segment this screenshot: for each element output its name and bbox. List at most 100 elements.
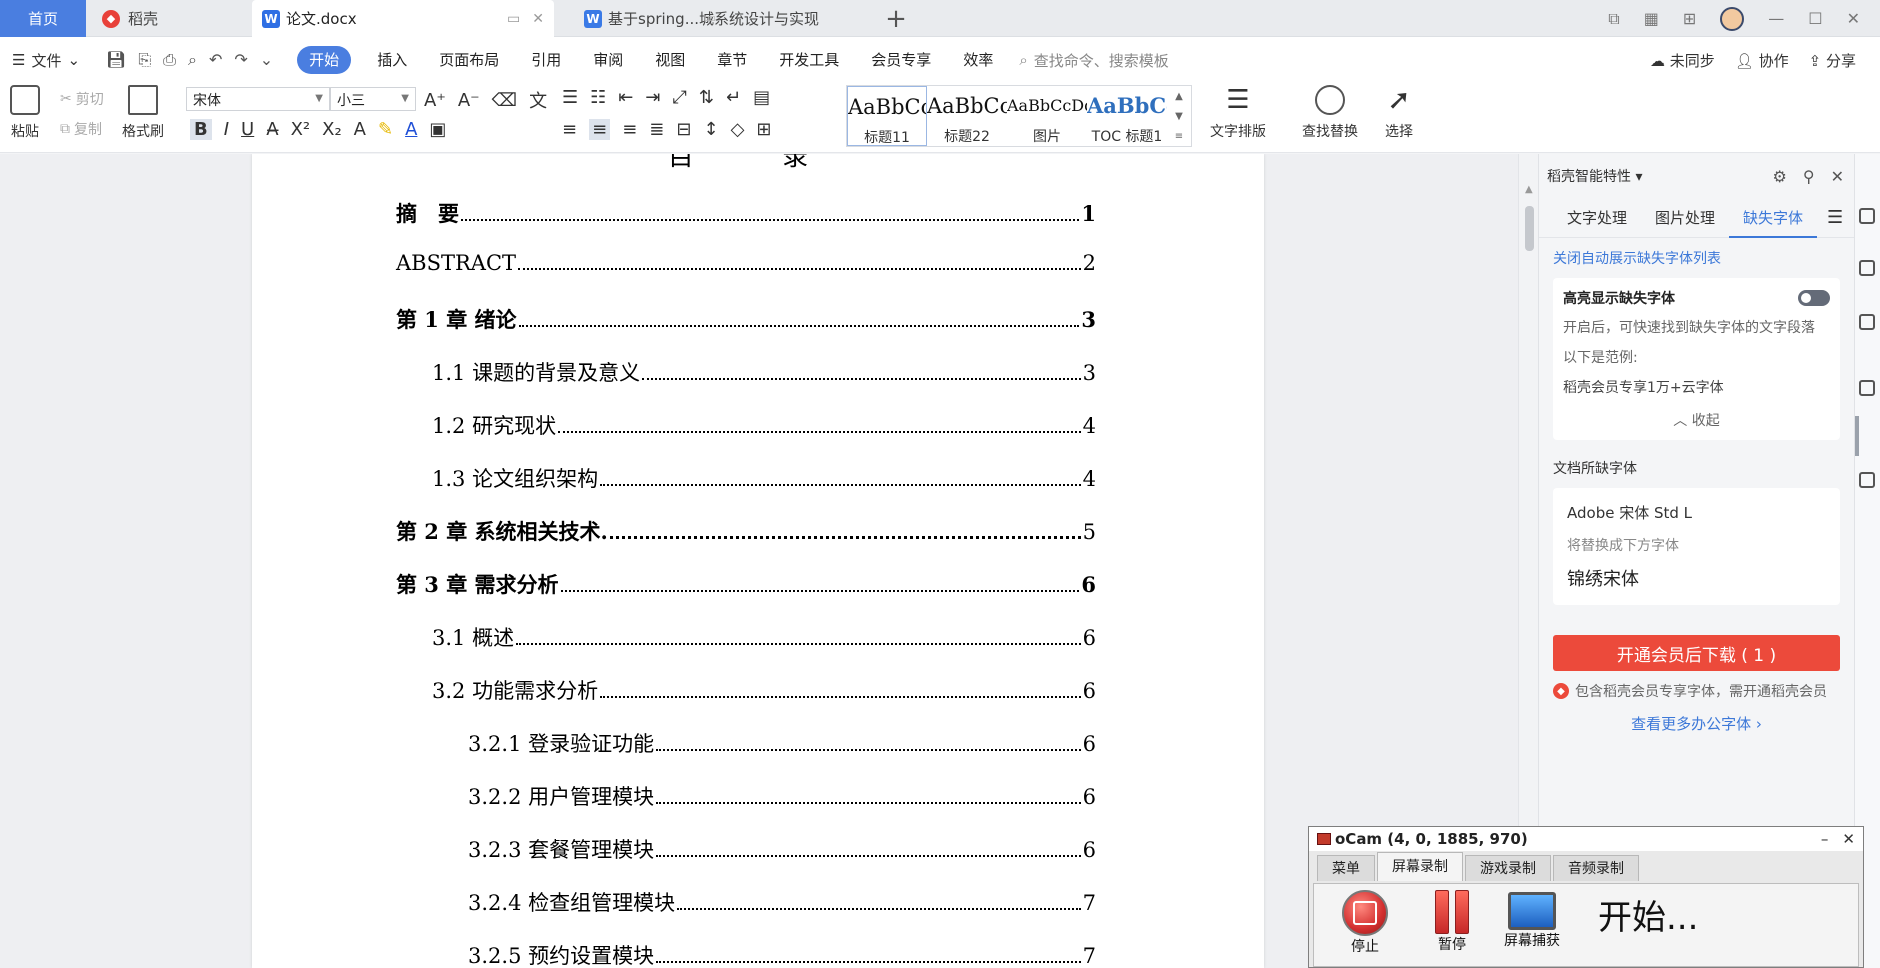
highlight-icon[interactable]: ✎ (378, 119, 393, 140)
toc-entry[interactable]: 1.1 课题的背景及意义 3 (432, 357, 1096, 387)
scroll-up-icon[interactable]: ▲ (1525, 184, 1533, 195)
table-icon[interactable]: ▤ (753, 87, 770, 108)
toc-entry[interactable]: 1.3 论文组织架构 4 (432, 463, 1096, 493)
superscript-icon[interactable]: X² (291, 119, 311, 140)
toc-entry[interactable]: 3.2.4 检查组管理模块 7 (468, 887, 1096, 917)
text-layout-button[interactable]: ☰ 文字排版 (1210, 85, 1266, 141)
style-gallery-scroll[interactable]: ▲ ▼ ≡ (1167, 86, 1191, 146)
minimize-icon[interactable]: – (1821, 830, 1829, 848)
save-icon[interactable]: 💾︎ (106, 50, 126, 70)
tab-close-icon[interactable]: ✕ (532, 11, 544, 27)
increase-indent-icon[interactable]: ⇥ (645, 87, 660, 108)
toc-entry[interactable]: 3.2.5 预约设置模块 7 (468, 940, 1096, 968)
command-search[interactable]: ⌕ 查找命令、搜索模板 (1019, 50, 1168, 71)
style-heading-2[interactable]: AaBbCcI 标题22 (927, 86, 1007, 146)
print-preview-icon[interactable]: ⌕ (188, 50, 197, 70)
share-button[interactable]: ⇪ 分享 (1809, 50, 1856, 71)
side-tool-icon[interactable] (1859, 260, 1875, 276)
style-toc-heading[interactable]: AaBbCc TOC 标题1 (1087, 86, 1167, 146)
text-direction-icon[interactable]: ⤢ (672, 87, 686, 108)
minimize-icon[interactable]: — (1768, 9, 1784, 28)
tab-other-document[interactable]: W 基于spring...城系统设计与实现 ▭ (566, 0, 866, 37)
sort-icon[interactable]: ⇅ (699, 87, 714, 108)
tab-member[interactable]: 会员专享 (855, 37, 947, 83)
justify-icon[interactable]: ≣ (649, 119, 664, 140)
tab-float-icon[interactable]: ▭ (507, 11, 520, 27)
char-border-icon[interactable]: ▣ (429, 119, 446, 140)
layout-icon[interactable]: ▦ (1644, 9, 1659, 28)
dual-screen-icon[interactable]: ⧉ (1608, 9, 1619, 29)
close-icon[interactable]: ✕ (1842, 830, 1855, 848)
document-page[interactable]: 目 录 摘 要 1 ABSTRACT 2 第 1 章 绪论 3 1.1 课题的背景及意… (252, 154, 1264, 968)
ocam-tab-audio-record[interactable]: 音频录制 (1553, 855, 1639, 881)
text-effect-icon[interactable]: A (354, 119, 366, 140)
line-spacing-icon[interactable]: ↕ (703, 119, 718, 140)
collapse-button[interactable]: ︿ 收起 (1563, 410, 1830, 430)
toc-entry[interactable]: 3.2.3 套餐管理模块 6 (468, 834, 1096, 864)
ocam-tab-game-record[interactable]: 游戏录制 (1465, 855, 1551, 881)
format-painter-button[interactable]: 格式刷 (122, 85, 164, 141)
collaborate-button[interactable]: 👤︎ 协作 (1735, 50, 1789, 71)
toc-entry[interactable]: 3.1 概述 6 (432, 622, 1096, 652)
italic-icon[interactable]: I (224, 119, 229, 140)
copy-button[interactable]: ⧉ 复制 (60, 119, 102, 139)
more-fonts-link[interactable]: 查看更多办公字体 › (1539, 713, 1854, 734)
sync-button[interactable]: ☁ 未同步 (1650, 50, 1715, 71)
screen-capture-button[interactable]: 屏幕捕获 (1504, 884, 1560, 950)
line-break-icon[interactable]: ↵ (726, 87, 741, 108)
tab-view[interactable]: 视图 (639, 37, 701, 83)
select-button[interactable]: ➚ 选择 (1384, 85, 1414, 141)
toc-entry[interactable]: 摘 要 1 (396, 198, 1096, 228)
ocam-titlebar[interactable]: oCam (4, 0, 1885, 970) – ✕ (1309, 827, 1863, 851)
close-icon[interactable]: ✕ (1831, 167, 1844, 186)
distributed-icon[interactable]: ⊟ (676, 119, 691, 140)
tab-missing-fonts[interactable]: 缺失字体 (1729, 198, 1818, 238)
toc-entry[interactable]: 3.2.1 登录验证功能 6 (468, 728, 1096, 758)
phonetic-icon[interactable]: 文 (529, 87, 547, 113)
customize-icon[interactable]: ⌄ (260, 50, 273, 70)
toc-entry[interactable]: 第 2 章 系统相关技术. 5 (396, 516, 1096, 546)
pause-button[interactable]: 暂停 (1432, 884, 1472, 954)
maximize-icon[interactable]: ☐ (1808, 9, 1822, 28)
apps-grid-icon[interactable]: ⊞ (1683, 9, 1696, 28)
disable-auto-show-link[interactable]: 关闭自动展示缺失字体列表 (1539, 238, 1854, 268)
tab-float-icon[interactable]: ▭ (704, 11, 716, 26)
decrease-indent-icon[interactable]: ⇤ (618, 87, 633, 108)
bullet-list-icon[interactable]: ☰ (562, 87, 578, 108)
tab-active-document[interactable]: W 论文.docx ▭ ✕ (252, 0, 554, 37)
toc-entry[interactable]: 1.2 研究现状 4 (432, 410, 1096, 440)
paste-button[interactable]: 粘贴 (10, 85, 40, 141)
tab-efficiency[interactable]: 效率 (947, 37, 1009, 83)
numbered-list-icon[interactable]: ☷ (590, 87, 606, 108)
tab-page-layout[interactable]: 页面布局 (423, 37, 515, 83)
toc-entry[interactable]: 3.2 功能需求分析 6 (432, 675, 1096, 705)
redo-icon[interactable]: ↷ (234, 50, 247, 70)
tab-home[interactable]: 首页 (0, 0, 86, 37)
find-replace-button[interactable]: 查找替换 (1302, 85, 1358, 141)
font-size-select[interactable]: 小三 ▼ (330, 87, 416, 111)
tab-home-ribbon[interactable]: 开始 (297, 46, 352, 74)
strikethrough-icon[interactable]: A̶ (266, 119, 278, 140)
clear-format-icon[interactable]: ⌫ (492, 90, 517, 111)
panel-title[interactable]: 稻壳智能特性 ▾ (1547, 166, 1642, 186)
tab-review[interactable]: 审阅 (577, 37, 639, 83)
tab-insert[interactable]: 插入 (361, 37, 423, 83)
download-fonts-button[interactable]: 开通会员后下载 ( 1 ) (1553, 635, 1840, 671)
gear-icon[interactable]: ⚙ (1773, 167, 1787, 186)
stop-button[interactable]: 停止 (1342, 884, 1388, 956)
toc-entry[interactable]: 第 3 章 需求分析 6 (396, 569, 1096, 599)
align-left-icon[interactable]: ≡ (562, 119, 577, 140)
side-tool-icon[interactable] (1859, 380, 1875, 396)
grow-font-icon[interactable]: A⁺ (424, 90, 446, 111)
tab-text-processing[interactable]: 文字处理 (1553, 198, 1641, 238)
style-heading-1[interactable]: AaBbCc 标题11 (847, 86, 927, 146)
undo-icon[interactable]: ↶ (209, 50, 222, 70)
borders-icon[interactable]: ⊞ (756, 119, 771, 140)
tab-image-processing[interactable]: 图片处理 (1641, 198, 1729, 238)
subscript-icon[interactable]: X₂ (322, 119, 342, 140)
new-tab-button[interactable]: + (880, 0, 912, 37)
font-color-icon[interactable]: A (405, 119, 417, 140)
highlight-toggle[interactable] (1798, 290, 1830, 306)
style-figure[interactable]: AaBbCcDd 图片 (1007, 86, 1087, 146)
ocam-tab-screen-record[interactable]: 屏幕录制 (1377, 852, 1463, 881)
